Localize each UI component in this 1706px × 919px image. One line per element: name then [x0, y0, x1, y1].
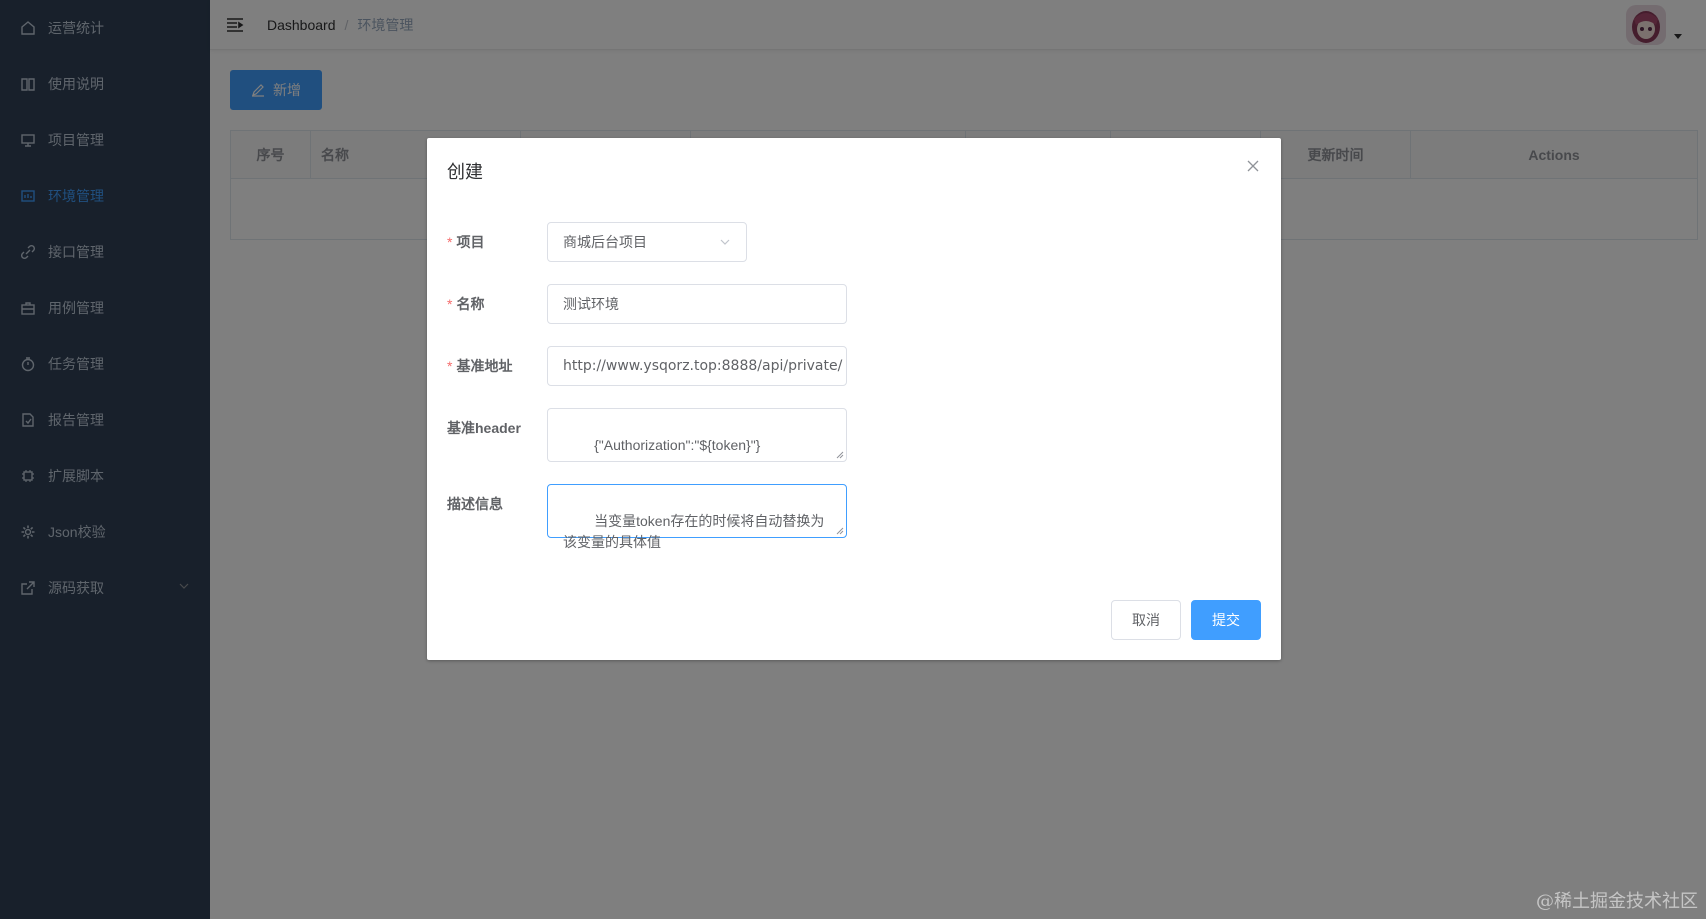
dialog-footer: 取消 提交 [1101, 600, 1261, 640]
create-form: * 项目 商城后台项目 * 名称 测试环境 * 基准地址 http://www.ysq… [447, 222, 1267, 560]
form-label: * 名称 [447, 296, 485, 312]
chevron-down-icon [720, 239, 730, 245]
description-value: 当变量token存在的时候将自动替换为该变量的具体值 [563, 513, 825, 550]
project-select[interactable]: 商城后台项目 [547, 222, 747, 262]
form-label: 描述信息 [447, 496, 503, 512]
form-item-base-header: 基准header {"Authorization":"${token}"} [447, 408, 1267, 462]
watermark: @稀土掘金技术社区 [1536, 891, 1698, 912]
create-dialog: 创建 * 项目 商城后台项目 * 名称 测试环境 * 基准地址 http://www.… [427, 138, 1281, 660]
form-label: 基准header [447, 420, 521, 436]
submit-button[interactable]: 提交 [1191, 600, 1261, 640]
form-item-project: * 项目 商城后台项目 [447, 222, 1267, 262]
form-label: * 基准地址 [447, 358, 513, 374]
form-item-base-url: * 基准地址 http://www.ysqorz.top:8888/api/pri… [447, 346, 1267, 386]
form-item-name: * 名称 测试环境 [447, 284, 1267, 324]
resize-handle-icon[interactable] [836, 527, 844, 535]
base-header-textarea[interactable]: {"Authorization":"${token}"} [547, 408, 847, 462]
resize-handle-icon[interactable] [836, 451, 844, 459]
close-icon[interactable] [1245, 158, 1261, 174]
base-header-value: {"Authorization":"${token}"} [594, 437, 761, 453]
description-textarea[interactable]: 当变量token存在的时候将自动替换为该变量的具体值 [547, 484, 847, 550]
form-item-description: 描述信息 当变量token存在的时候将自动替换为该变量的具体值 [447, 484, 1267, 550]
form-label: * 项目 [447, 234, 485, 250]
name-input[interactable]: 测试环境 [547, 284, 847, 324]
dialog-title: 创建 [447, 162, 483, 182]
project-select-value: 商城后台项目 [563, 234, 647, 250]
cancel-button[interactable]: 取消 [1111, 600, 1181, 640]
base-url-input[interactable]: http://www.ysqorz.top:8888/api/private/ [547, 346, 847, 386]
